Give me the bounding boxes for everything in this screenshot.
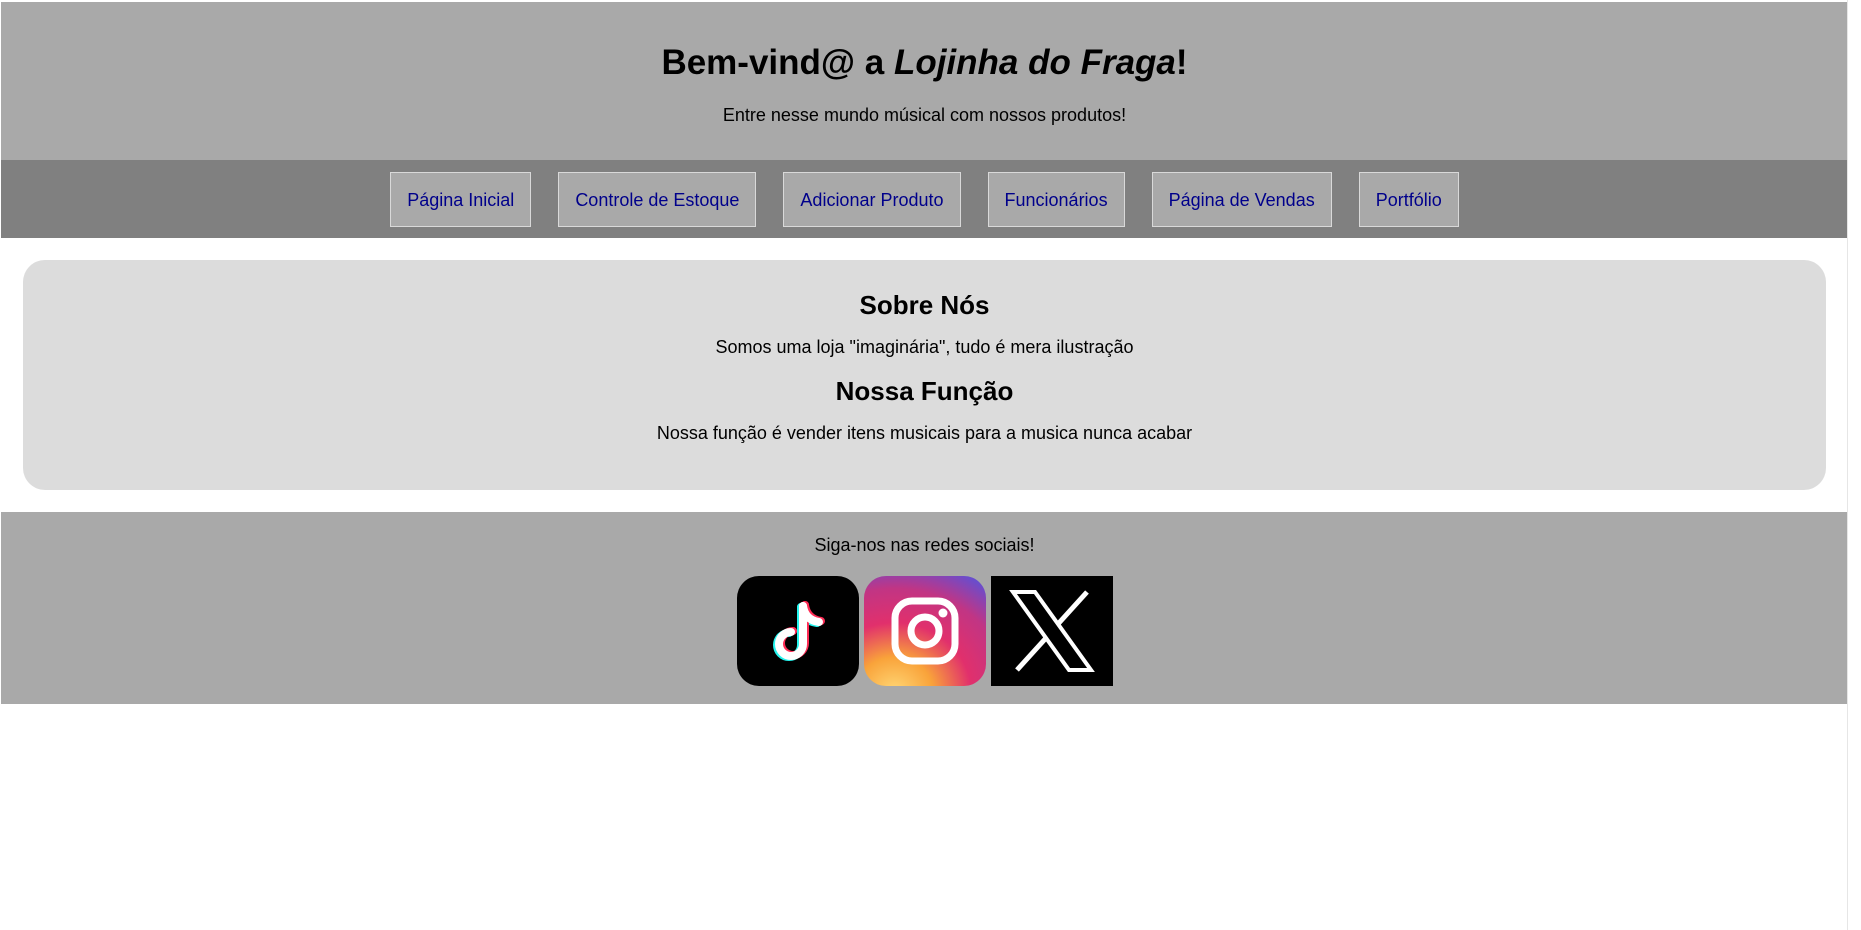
about-section: Sobre Nós Somos uma loja "imaginária", t… <box>23 260 1826 490</box>
x-link[interactable] <box>990 576 1113 686</box>
title-suffix: ! <box>1175 43 1188 82</box>
page: Bem-vind@ a Lojinha do Fraga! Entre ness… <box>0 0 1861 930</box>
page-subtitle: Entre nesse mundo músical com nossos pro… <box>722 105 1127 125</box>
nav-employees-link[interactable]: Funcionários <box>987 171 1125 227</box>
instagram-link[interactable] <box>863 576 986 686</box>
x-icon <box>990 576 1113 686</box>
instagram-icon <box>863 576 986 686</box>
tiktok-link[interactable] <box>736 576 859 686</box>
site-footer: Siga-nos nas redes sociais! <box>1 512 1848 704</box>
follow-text: Siga-nos nas redes sociais! <box>814 535 1035 555</box>
scrollbar-gutter <box>1847 0 1861 930</box>
function-heading: Nossa Função <box>835 376 1014 406</box>
nav-portfolio-link[interactable]: Portfólio <box>1358 171 1459 227</box>
about-text: Somos uma loja "imaginária", tudo é mera… <box>715 337 1134 357</box>
nav-add-product-link[interactable]: Adicionar Produto <box>783 171 961 227</box>
nav-sales-link[interactable]: Página de Vendas <box>1151 171 1332 227</box>
site-wrapper: Bem-vind@ a Lojinha do Fraga! Entre ness… <box>1 2 1848 704</box>
about-heading: Sobre Nós <box>859 290 990 320</box>
page-title: Bem-vind@ a Lojinha do Fraga! <box>1 42 1848 84</box>
store-name: Lojinha do Fraga <box>893 43 1176 82</box>
social-links <box>1 576 1848 686</box>
function-text: Nossa função é vender itens musicais par… <box>656 423 1193 443</box>
main-nav: Página Inicial Controle de Estoque Adici… <box>1 160 1848 238</box>
site-header: Bem-vind@ a Lojinha do Fraga! Entre ness… <box>1 2 1848 160</box>
nav-home-link[interactable]: Página Inicial <box>390 171 532 227</box>
tiktok-icon <box>736 576 859 686</box>
title-prefix: Bem-vind@ a <box>661 43 894 82</box>
nav-stock-control-link[interactable]: Controle de Estoque <box>558 171 757 227</box>
